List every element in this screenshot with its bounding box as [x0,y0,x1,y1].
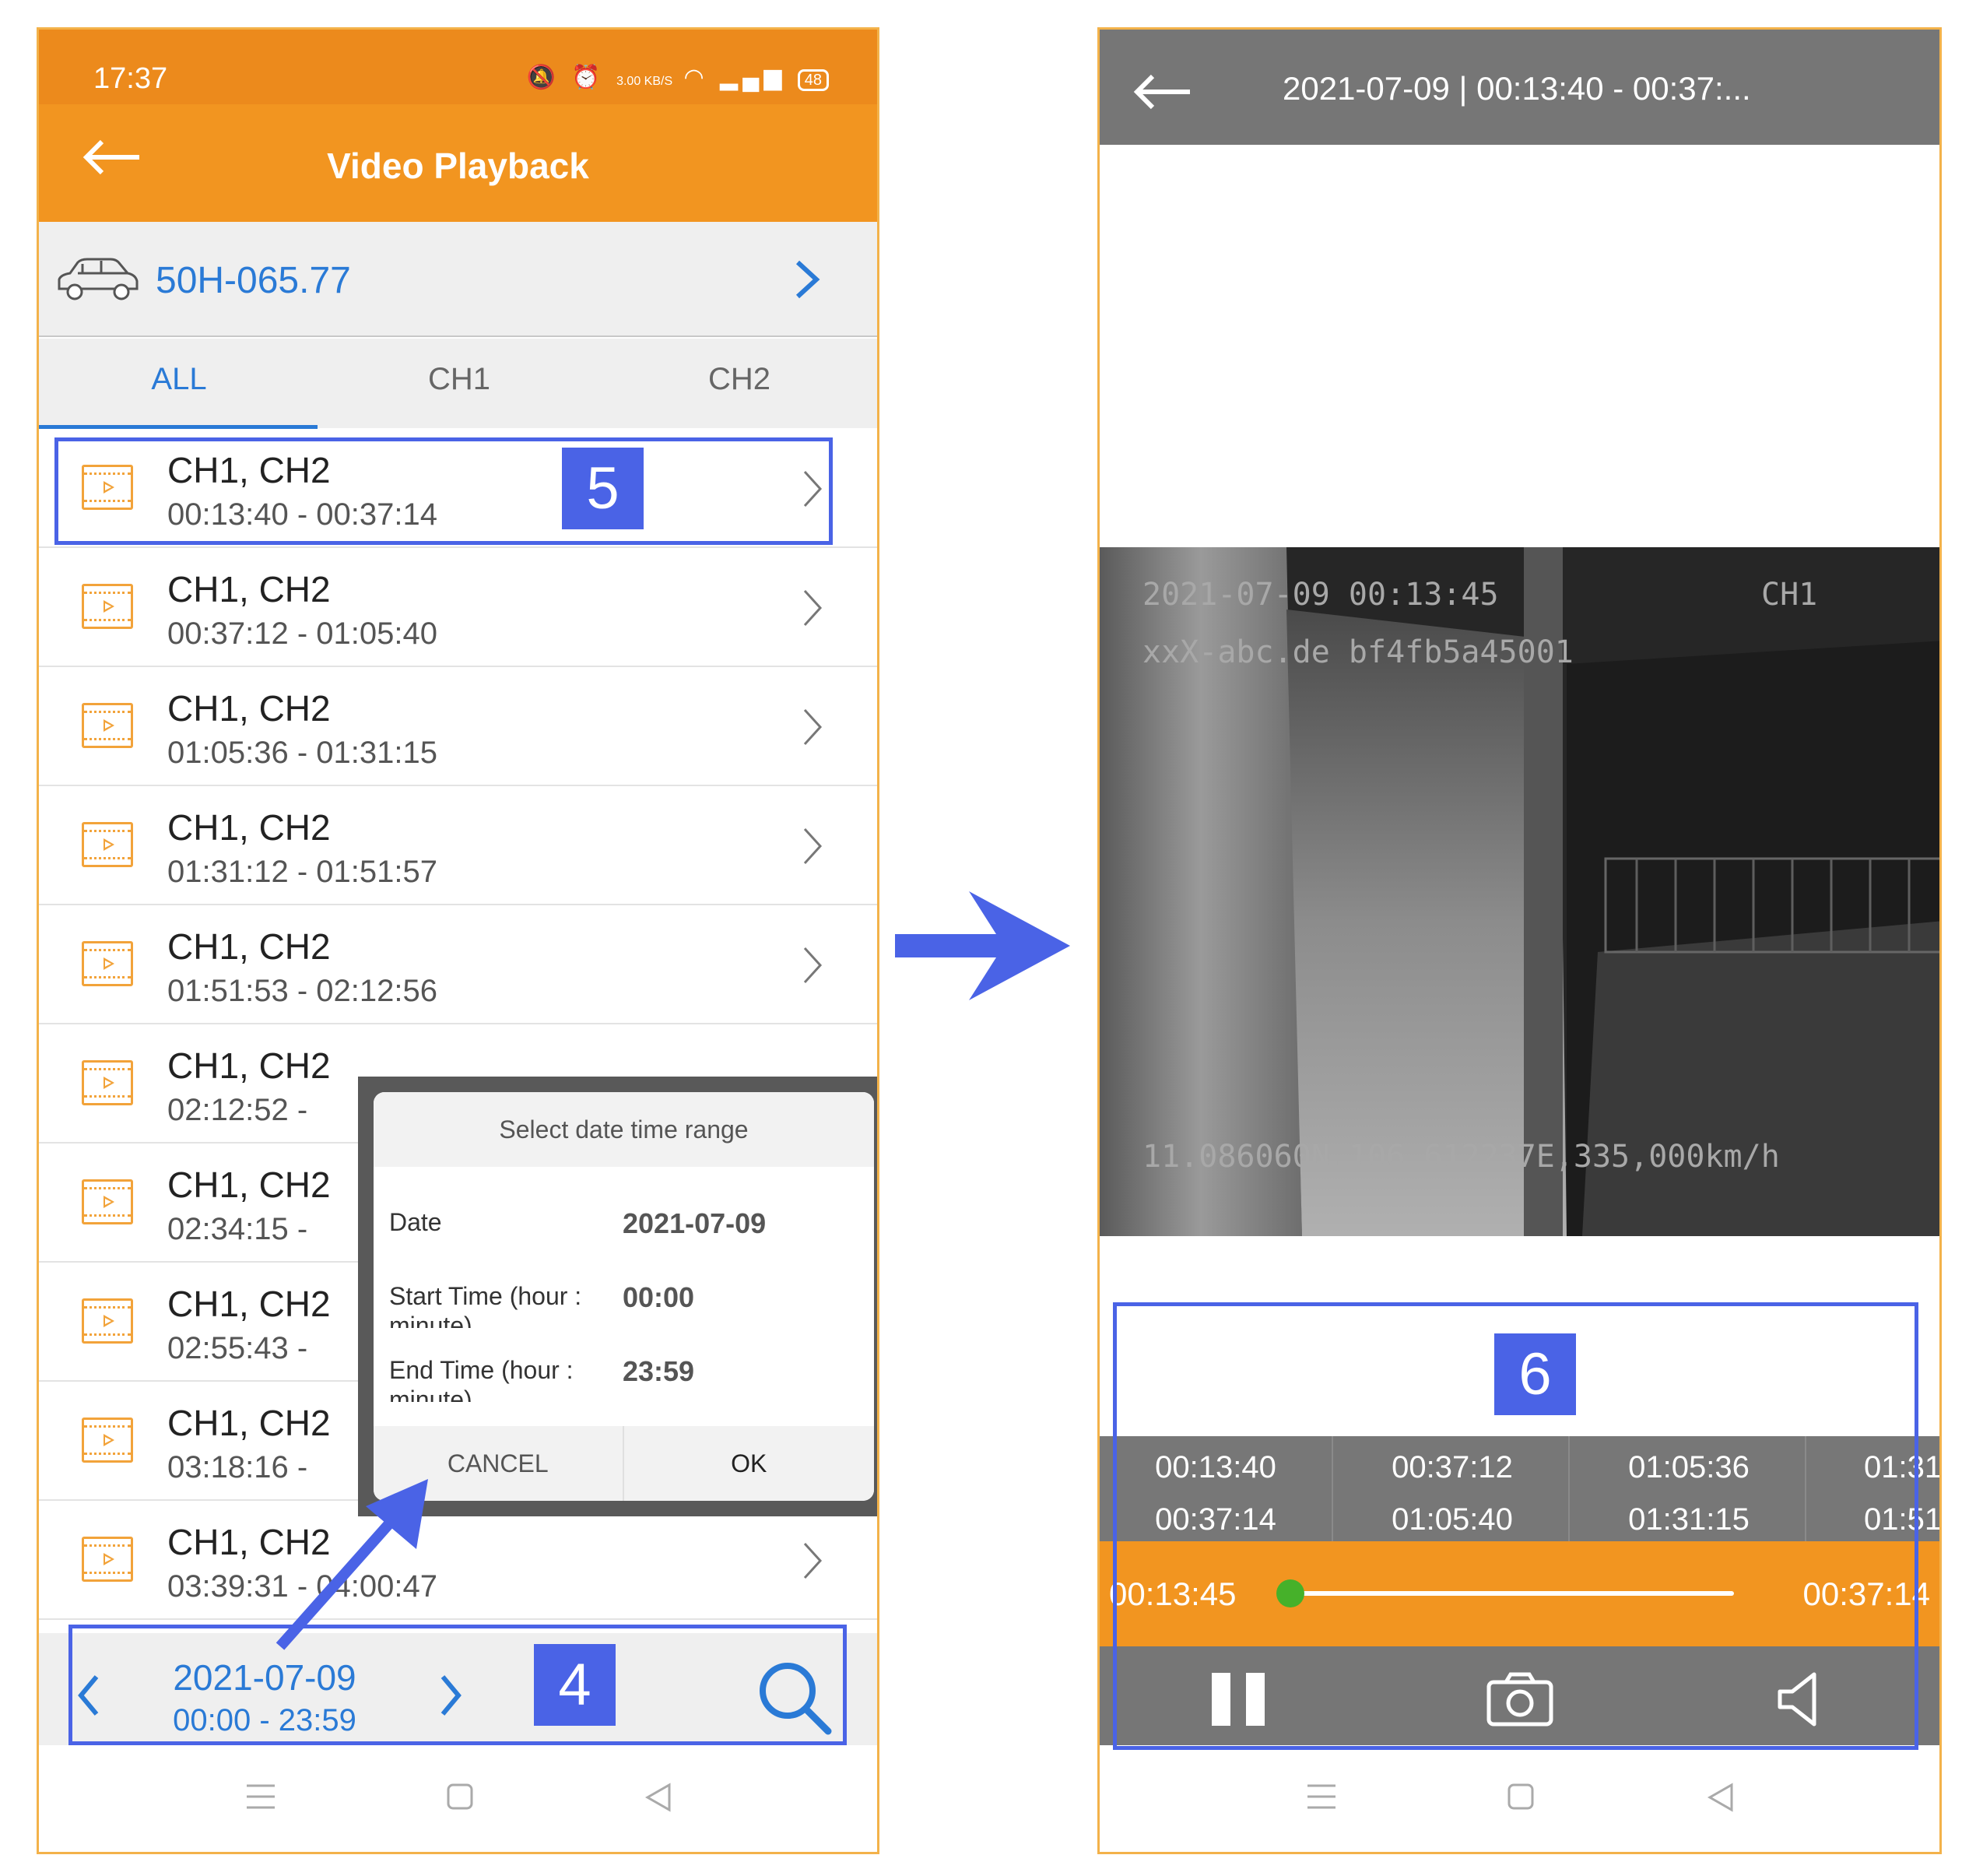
recording-range: 02:34:15 - [167,1212,308,1246]
osd-gps: 11.086060N,106.612237E,335,000km/h [1142,1139,1780,1175]
home-icon[interactable] [1507,1783,1535,1811]
dialog-end-label: End Time (hour : minute) [389,1356,574,1402]
dialog-date-label: Date [389,1208,442,1236]
annotation-arrow-up [276,1479,428,1650]
dialog-end-value[interactable]: 23:59 [623,1355,694,1388]
menu-icon[interactable] [245,1783,276,1811]
dialog-date-value[interactable]: 2021-07-09 [623,1207,766,1240]
video-file-icon [82,1179,133,1224]
chevron-right-icon [803,708,823,746]
home-icon[interactable] [446,1783,474,1811]
vehicle-selector[interactable]: 50H-065.77 [39,222,877,337]
player-title: 2021-07-09 | 00:13:40 - 00:37:... [1283,70,1751,107]
recording-range: 00:37:12 - 01:05:40 [167,617,437,651]
video-file-icon [82,1060,133,1105]
battery-icon: 48 [797,69,829,91]
video-file-icon [82,1298,133,1344]
recording-channels: CH1, CH2 [167,807,331,848]
wifi-icon: ◠ [683,65,709,90]
channel-tabs: ALL CH1 CH2 [39,339,877,428]
recording-range: 01:31:12 - 01:51:57 [167,855,437,889]
video-file-icon [82,1418,133,1463]
osd-timestamp: 2021-07-09 00:13:45 [1142,577,1499,613]
dialog-buttons: CANCEL OK [374,1426,874,1501]
status-bar: 17:37 🔕 ⏰ 3.00 KB/S ◠ ▂▄▆ 48 [39,30,877,104]
recording-row[interactable]: CH1, CH2 01:05:36 - 01:31:15 [39,667,877,786]
recording-channels: CH1, CH2 [167,688,331,729]
recording-range: 01:51:53 - 02:12:56 [167,974,437,1008]
recording-channels: CH1, CH2 [167,1045,331,1086]
osd-channel: CH1 [1761,577,1818,613]
status-icons: 🔕 ⏰ 3.00 KB/S ◠ ▂▄▆ 48 [527,64,829,91]
net-speed: 3.00 KB/S [616,75,673,88]
recording-range: 02:55:43 - [167,1331,308,1365]
recording-row[interactable]: CH1, CH2 00:37:12 - 01:05:40 [39,548,877,667]
recording-range: 02:12:52 - [167,1093,308,1127]
recording-row[interactable]: CH1, CH2 03:39:31 - 04:00:47 [39,1501,877,1620]
annotation-badge-4: 4 [534,1644,616,1726]
video-file-icon [82,584,133,629]
recording-channels: CH1, CH2 [167,926,331,967]
tab-ch2[interactable]: CH2 [599,362,877,397]
video-player[interactable]: 2021-07-09 00:13:45 CH1 xxX-abc.de bf4fb… [1100,547,1939,1236]
back-nav-icon[interactable] [644,1783,672,1812]
date-range-dialog: Select date time range Date 2021-07-09 S… [374,1092,874,1501]
dialog-start-value[interactable]: 00:00 [623,1281,694,1314]
annotation-box-5 [54,437,833,545]
annotation-badge-5: 5 [562,448,644,529]
chevron-right-icon [803,947,823,984]
video-file-icon [82,1537,133,1582]
recording-channels: CH1, CH2 [167,1403,331,1443]
recording-range: 01:05:36 - 01:31:15 [167,736,437,770]
system-nav-bar [1100,1745,1939,1852]
status-time: 17:37 [93,62,168,95]
dialog-title: Select date time range [374,1092,874,1167]
transition-arrow-icon [895,891,1070,1000]
dialog-start-label: Start Time (hour : minute) [389,1282,582,1328]
recording-channels: CH1, CH2 [167,569,331,610]
date-range-dialog-overlay: Select date time range Date 2021-07-09 S… [358,1077,877,1516]
recording-row[interactable]: CH1, CH2 01:31:12 - 01:51:57 [39,786,877,905]
car-icon [58,258,139,300]
alarm-icon: ⏰ [571,65,605,90]
annotation-badge-6: 6 [1494,1333,1576,1415]
recording-channels: CH1, CH2 [167,1284,331,1324]
app-bar: Video Playback [39,104,877,222]
menu-icon[interactable] [1306,1783,1337,1811]
osd-device: xxX-abc.de bf4fb5a45001 [1142,634,1574,670]
ok-button[interactable]: OK [624,1426,875,1501]
tab-all[interactable]: ALL [39,362,319,397]
chevron-right-icon [803,827,823,865]
chevron-right-icon [803,1542,823,1579]
tab-ch1[interactable]: CH1 [319,362,599,397]
player-header: 2021-07-09 | 00:13:40 - 00:37:... [1100,30,1939,145]
video-file-icon [82,822,133,867]
chevron-right-icon [795,260,820,299]
vehicle-plate: 50H-065.77 [156,260,351,301]
left-phone-screen: 17:37 🔕 ⏰ 3.00 KB/S ◠ ▂▄▆ 48 Video Playb… [37,27,879,1854]
annotation-box-4 [68,1625,847,1745]
back-arrow-icon[interactable] [1132,70,1195,114]
chevron-right-icon [803,589,823,627]
signal-icon: ▂▄▆ [720,65,787,90]
mute-icon: 🔕 [526,65,561,90]
recording-channels: CH1, CH2 [167,1165,331,1205]
recording-row[interactable]: CH1, CH2 01:51:53 - 02:12:56 [39,905,877,1024]
system-nav-bar [39,1745,877,1852]
video-file-icon [82,703,133,748]
video-file-icon [82,941,133,986]
back-nav-icon[interactable] [1707,1783,1735,1812]
page-title: Video Playback [327,146,589,186]
